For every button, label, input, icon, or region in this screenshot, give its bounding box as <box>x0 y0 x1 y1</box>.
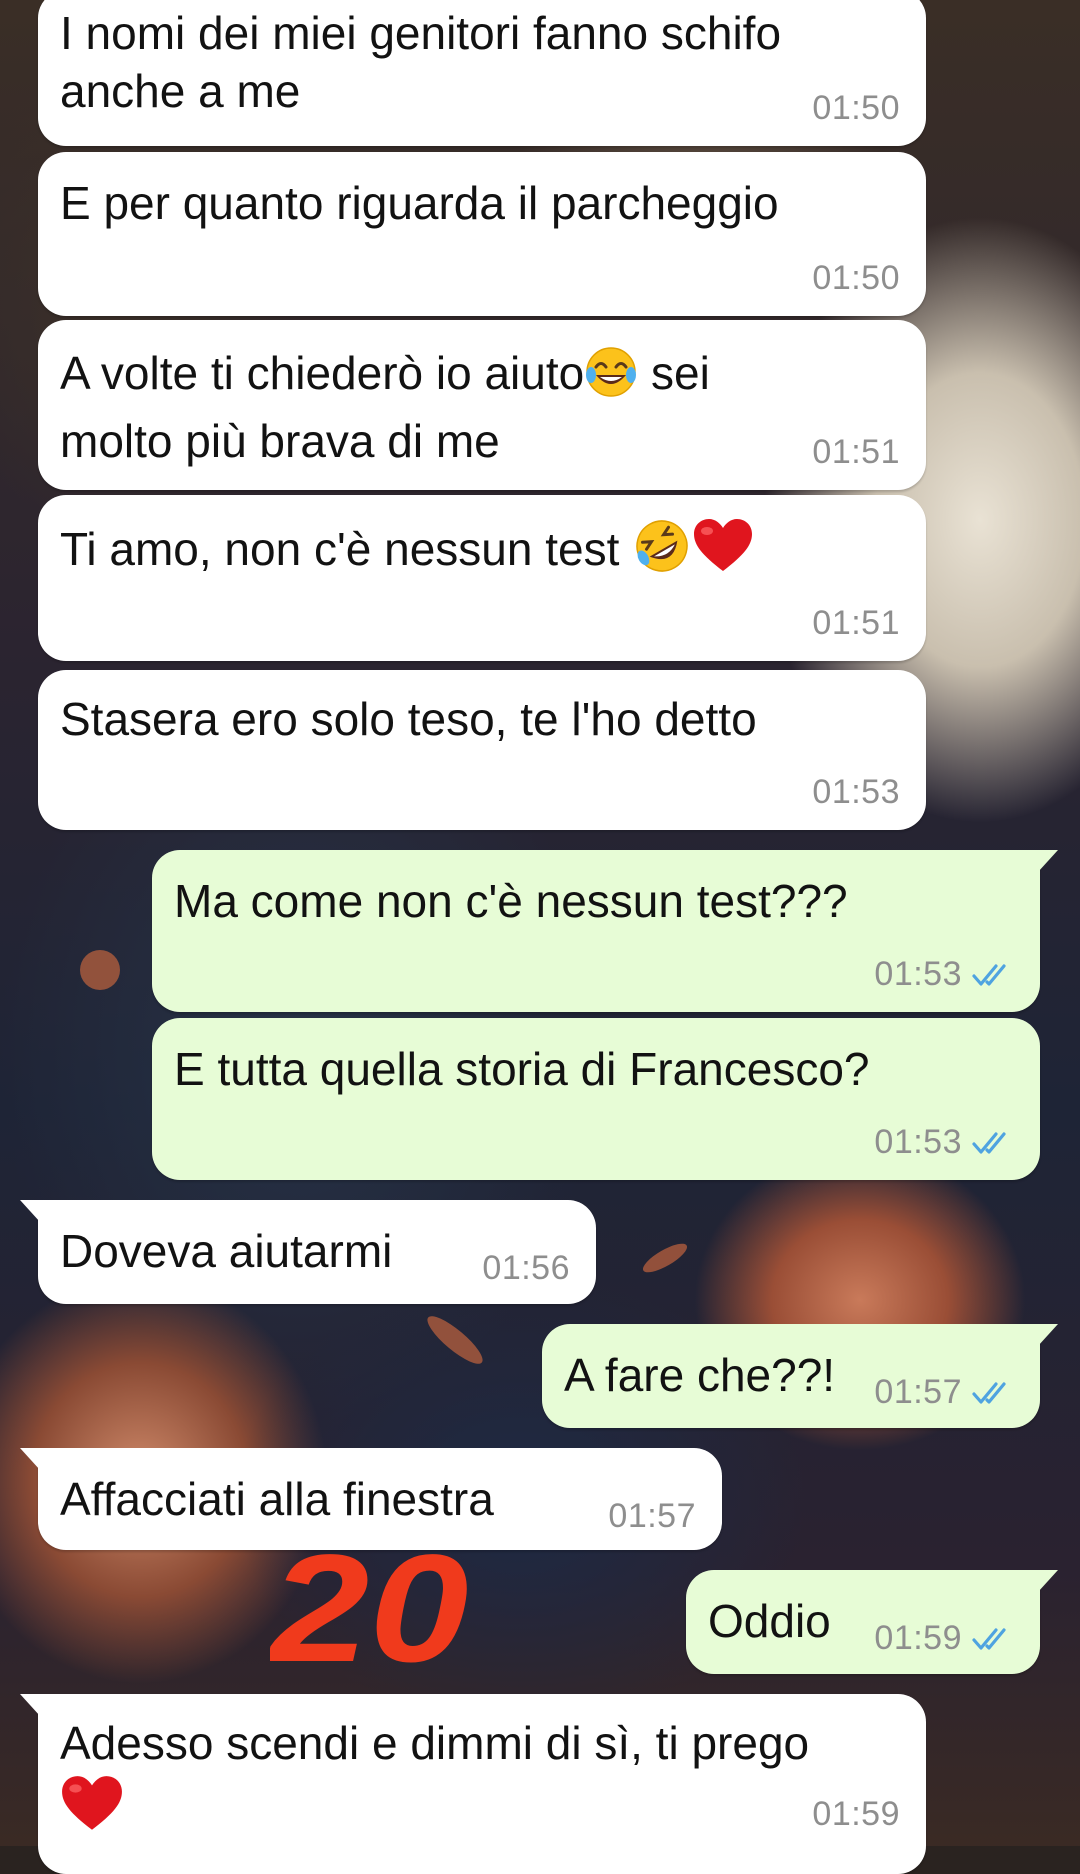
message-incoming[interactable]: I nomi dei miei genitori fanno schifo an… <box>38 0 926 146</box>
read-ticks-icon <box>972 963 1006 986</box>
message-time: 01:56 <box>482 1249 570 1287</box>
message-meta: 01:57 <box>874 1373 1014 1412</box>
message-time: 01:53 <box>874 1123 962 1161</box>
message-meta: 01:59 <box>874 1619 1014 1658</box>
bubble-tail <box>1038 1324 1058 1346</box>
message-outgoing[interactable]: Oddio 01:59 <box>686 1570 1058 1674</box>
bubble-tail <box>20 1200 40 1222</box>
bubble-tail <box>20 1448 40 1470</box>
wallpaper-detail <box>80 950 120 990</box>
message-time: 01:57 <box>874 1373 962 1411</box>
message-incoming[interactable]: Adesso scendi e dimmi di sì, ti prego 01… <box>20 1694 926 1874</box>
message-meta: 01:53 <box>812 773 900 812</box>
message-incoming[interactable]: A volte ti chiederò io aiuto sei molto p… <box>38 320 926 490</box>
message-meta: 01:57 <box>608 1497 696 1536</box>
annotation-text: 20 <box>270 1535 469 1685</box>
bubble-tail <box>20 1694 40 1716</box>
read-ticks-icon <box>972 1131 1006 1154</box>
message-text: Ti amo, non c'è nessun test <box>60 517 900 588</box>
message-time: 01:50 <box>812 259 900 297</box>
message-text: Affacciati alla finestra <box>60 1473 494 1525</box>
message-meta: 01:53 <box>874 1123 1014 1162</box>
message-time: 01:59 <box>812 1795 900 1833</box>
message-outgoing[interactable]: Ma come non c'è nessun test??? 01:53 <box>152 850 1058 1012</box>
message-meta: 01:50 <box>812 259 900 298</box>
red-heart-icon <box>60 1774 124 1839</box>
message-emoji-line <box>60 1774 900 1839</box>
message-incoming[interactable]: Ti amo, non c'è nessun test 01:51 <box>38 495 926 661</box>
message-outgoing[interactable]: E tutta quella storia di Francesco? 01:5… <box>152 1018 1040 1180</box>
message-meta: 01:56 <box>482 1249 570 1288</box>
message-incoming[interactable]: E per quanto riguarda il parcheggio 01:5… <box>38 152 926 316</box>
message-time: 01:51 <box>812 604 900 642</box>
message-text-part: Ti amo, non c'è nessun test <box>60 523 633 575</box>
read-ticks-icon <box>972 1381 1006 1404</box>
message-time: 01:59 <box>874 1619 962 1657</box>
message-meta: 01:51 <box>812 604 900 643</box>
message-time: 01:57 <box>608 1497 696 1535</box>
message-text: Stasera ero solo teso, te l'ho detto <box>60 693 757 745</box>
bubble-tail <box>1038 850 1058 872</box>
message-text: E tutta quella storia di Francesco? <box>174 1043 870 1095</box>
bubble-tail <box>1038 1570 1058 1592</box>
handwritten-annotation: 20 <box>270 1535 469 1685</box>
message-outgoing[interactable]: A fare che??! 01:57 <box>542 1324 1058 1428</box>
face-with-tears-of-joy-icon <box>584 345 638 412</box>
message-meta: 01:53 <box>874 955 1014 994</box>
message-text: I nomi dei miei genitori fanno schifo an… <box>60 7 782 117</box>
message-time: 01:53 <box>812 773 900 811</box>
message-text: A volte ti chiederò io aiuto sei molto p… <box>60 344 900 470</box>
message-text: Adesso scendi e dimmi di sì, ti prego <box>60 1717 810 1769</box>
message-meta: 01:59 <box>812 1795 900 1834</box>
message-text: Ma come non c'è nessun test??? <box>174 875 848 927</box>
read-ticks-icon <box>972 1627 1006 1650</box>
message-meta: 01:50 <box>812 89 900 128</box>
message-time: 01:53 <box>874 955 962 993</box>
message-meta: 01:51 <box>812 433 900 472</box>
red-heart-icon <box>692 517 754 588</box>
rolling-on-floor-laughing-icon <box>632 517 692 588</box>
message-time: 01:50 <box>812 89 900 127</box>
message-text-part: A volte ti chiederò io aiuto <box>60 347 585 399</box>
message-incoming[interactable]: Stasera ero solo teso, te l'ho detto 01:… <box>38 670 926 830</box>
message-time: 01:51 <box>812 433 900 471</box>
message-incoming[interactable]: Doveva aiutarmi 01:56 <box>20 1200 596 1304</box>
message-text: E per quanto riguarda il parcheggio <box>60 177 779 229</box>
